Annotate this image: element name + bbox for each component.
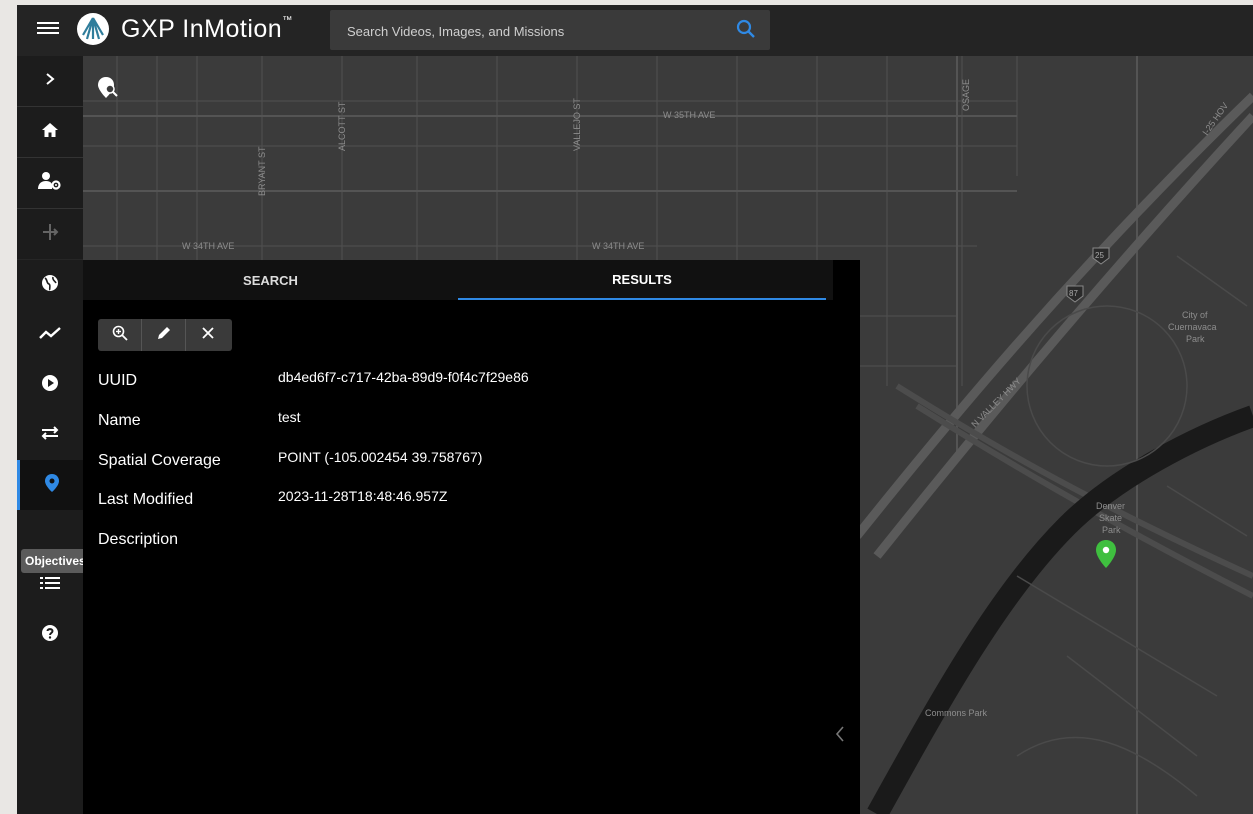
rail-objectives-button[interactable] (17, 460, 83, 510)
close-button[interactable] (186, 319, 230, 351)
search-input[interactable] (330, 10, 729, 52)
pencil-icon (156, 325, 172, 346)
app-logo-icon (77, 13, 109, 45)
swap-arrows-icon (40, 425, 60, 446)
panel-collapse-chevron-icon[interactable] (835, 725, 845, 748)
home-icon (41, 122, 59, 143)
split-icon (40, 222, 60, 247)
rail-home-button[interactable] (17, 107, 83, 158)
shield-25-label: 25 (1095, 251, 1104, 260)
list-icon (40, 576, 60, 595)
map-label-cuernavaca-2: Cuernavaca (1168, 322, 1217, 332)
map-label-skate-1: Denver (1096, 501, 1125, 511)
map-label-alcott: ALCOTT ST (337, 101, 347, 151)
map-pin-icon (44, 473, 59, 497)
zoom-to-button[interactable] (98, 319, 142, 351)
rail-help-button[interactable] (17, 610, 83, 660)
help-icon (41, 624, 59, 647)
field-label-last-modified: Last Modified (98, 491, 194, 508)
map-label-osage: OSAGE (961, 79, 971, 111)
panel-tabs: SEARCH RESULTS (83, 260, 833, 300)
globe-icon (41, 274, 59, 297)
shield-87-label: 87 (1069, 289, 1078, 298)
field-label-uuid: UUID (98, 372, 138, 389)
map-label-skate-2: Skate (1099, 513, 1122, 523)
field-label-description: Description (98, 531, 179, 548)
tab-results[interactable]: RESULTS (458, 260, 826, 300)
search-icon[interactable] (736, 19, 756, 44)
rail-trends-button[interactable] (17, 310, 83, 360)
chevron-right-icon (44, 72, 56, 91)
zoom-in-icon (112, 325, 128, 346)
app-window: W 35TH AVE W 34TH AVE W 34TH AVE BRYANT … (17, 5, 1253, 814)
map-label-cuernavaca-3: Park (1186, 334, 1205, 344)
top-bar: GXP InMotion™ (17, 5, 1253, 56)
app-brand: GXP InMotion™ (121, 15, 293, 44)
app-brand-tm: ™ (282, 15, 293, 26)
map-label-w35: W 35TH AVE (663, 110, 715, 120)
field-value-spatial-coverage: POINT (-105.002454 39.758767) (278, 449, 483, 465)
map-label-vallejo: VALLEJO ST (572, 98, 582, 151)
map-label-commons: Commons Park (925, 708, 988, 718)
close-icon (201, 326, 215, 345)
field-value-last-modified: 2023-11-28T18:48:46.957Z (278, 488, 448, 504)
rail-user-admin-button[interactable] (17, 158, 83, 209)
map-label-bryant: BRYANT ST (257, 146, 267, 196)
objectives-tooltip: Objectives (21, 549, 90, 573)
menu-icon[interactable] (37, 19, 59, 41)
map-label-w34b: W 34TH AVE (592, 241, 644, 251)
map-label-cuernavaca-1: City of (1182, 310, 1208, 320)
app-brand-text: GXP InMotion (121, 15, 283, 43)
play-icon (41, 374, 59, 397)
map-marker-pin-icon[interactable] (1096, 540, 1116, 568)
field-value-name: test (278, 409, 301, 425)
trend-line-icon (39, 326, 61, 345)
highway-shield-87: 87 (1066, 285, 1084, 303)
left-rail (17, 56, 83, 814)
rail-split-button[interactable] (17, 209, 83, 260)
search-box (330, 10, 770, 52)
field-value-uuid: db4ed6f7-c717-42ba-89d9-f0f4c7f29e86 (278, 369, 529, 385)
tab-search[interactable]: SEARCH (83, 260, 458, 300)
rail-expand-button[interactable] (17, 56, 83, 107)
rail-transfer-button[interactable] (17, 410, 83, 460)
user-settings-icon (38, 171, 62, 196)
map-label-skate-3: Park (1102, 525, 1121, 535)
rail-play-button[interactable] (17, 360, 83, 410)
field-label-spatial-coverage: Spatial Coverage (98, 452, 221, 469)
edit-button[interactable] (142, 319, 186, 351)
map-label-w34a: W 34TH AVE (182, 241, 234, 251)
field-label-name: Name (98, 412, 141, 429)
result-toolbar (98, 319, 232, 351)
rail-globe-button[interactable] (17, 260, 83, 310)
